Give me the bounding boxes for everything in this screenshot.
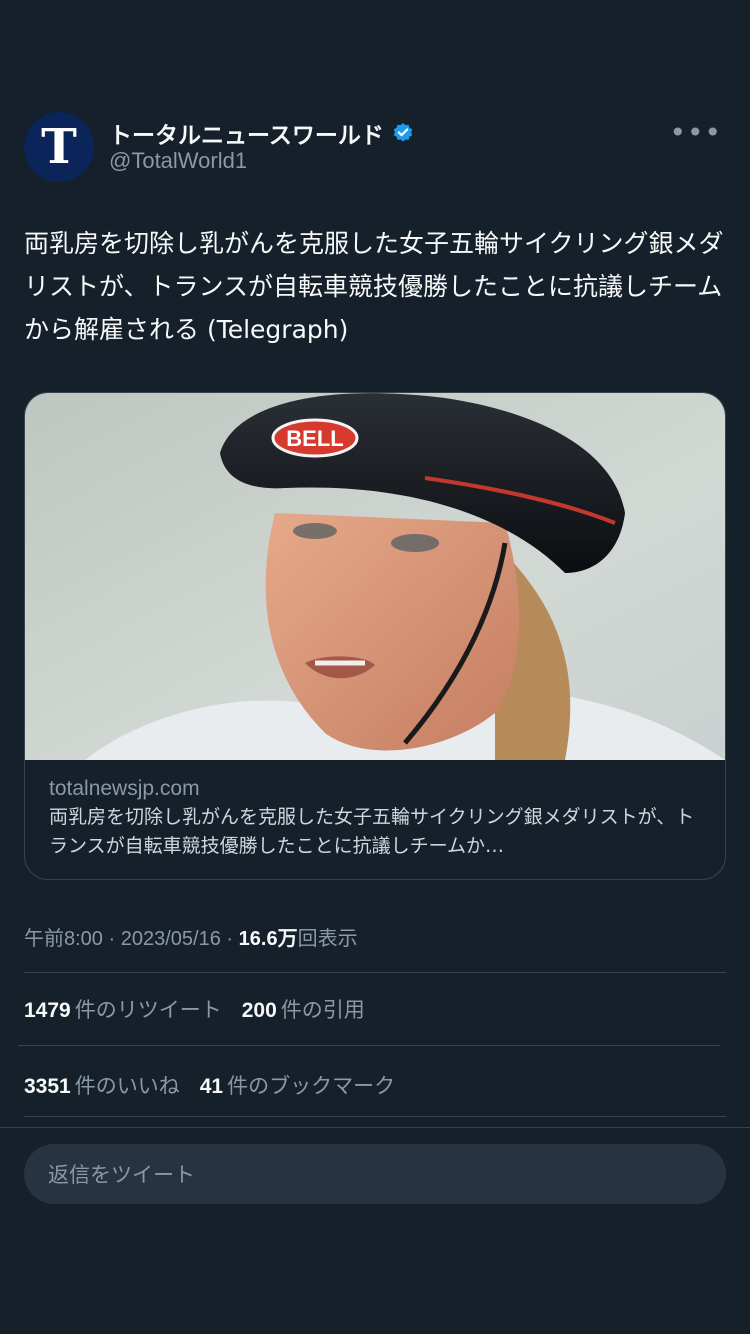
- card-meta: totalnewsjp.com 両乳房を切除し乳がんを克服した女子五輪サイクリン…: [49, 777, 709, 861]
- avatar[interactable]: T: [24, 112, 94, 182]
- likes-label: 件のいいね: [74, 1075, 180, 1098]
- divider: [24, 972, 726, 973]
- retweets-stat[interactable]: 1479 件のリツイート: [24, 994, 222, 1024]
- retweet-stats: 1479 件のリツイート 200 件の引用: [24, 994, 365, 1024]
- tweet-header: T トータルニュースワールド @TotalWorld1 •••: [24, 112, 726, 184]
- separator: ·: [226, 928, 234, 950]
- reply-bar-divider: [0, 1127, 750, 1128]
- divider: [18, 1045, 720, 1046]
- reply-placeholder: 返信をツイート: [48, 1163, 195, 1187]
- card-image: BELL: [25, 393, 725, 760]
- card-title: 両乳房を切除し乳がんを克服した女子五輪サイクリング銀メダリストが、トランスが自転…: [49, 806, 695, 857]
- verified-badge-icon: [393, 123, 413, 142]
- display-name[interactable]: トータルニュースワールド: [109, 116, 384, 150]
- bookmarks-label: 件のブックマーク: [227, 1075, 396, 1098]
- quotes-label: 件の引用: [280, 999, 365, 1022]
- divider: [24, 1116, 726, 1117]
- link-card[interactable]: BELL totalnewsjp.com 両乳房を切除し乳がんを克服した女子五輪…: [24, 392, 726, 880]
- separator: ·: [108, 928, 116, 950]
- more-options-icon[interactable]: •••: [669, 116, 722, 149]
- bookmarks-count: 41: [199, 1075, 224, 1098]
- tweet-time[interactable]: 午前8:00: [24, 928, 103, 950]
- tweet-date[interactable]: 2023/05/16: [121, 928, 221, 950]
- views-label: 回表示: [297, 928, 358, 950]
- retweets-label: 件のリツイート: [74, 999, 222, 1022]
- bookmarks-stat[interactable]: 41 件のブックマーク: [200, 1070, 395, 1100]
- likes-stat[interactable]: 3351 件のいいね: [24, 1070, 180, 1100]
- quotes-stat[interactable]: 200 件の引用: [242, 994, 365, 1024]
- name-row: トータルニュースワールド: [109, 116, 414, 150]
- tweet-text: 両乳房を切除し乳がんを克服した女子五輪サイクリング銀メダリストが、トランスが自転…: [24, 229, 724, 344]
- like-stats: 3351 件のいいね 41 件のブックマーク: [24, 1070, 395, 1100]
- views-count: 16.6万: [238, 928, 298, 950]
- card-domain: totalnewsjp.com: [49, 777, 200, 800]
- card-image-logo-text: BELL: [286, 426, 343, 451]
- retweets-count: 1479: [24, 999, 71, 1022]
- quotes-count: 200: [241, 999, 277, 1022]
- tweet-meta: 午前8:00 · 2023/05/16 · 16.6万回表示: [24, 922, 358, 951]
- user-handle[interactable]: @TotalWorld1: [109, 148, 247, 174]
- likes-count: 3351: [24, 1075, 71, 1098]
- reply-input[interactable]: 返信をツイート: [24, 1144, 726, 1204]
